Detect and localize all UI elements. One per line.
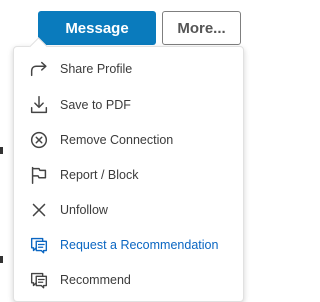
recommendation-request-icon bbox=[28, 234, 50, 256]
menu-item-recommend[interactable]: Recommend bbox=[14, 262, 243, 298]
menu-item-save-to-pdf[interactable]: Save to PDF bbox=[14, 87, 243, 123]
more-actions-menu: Share Profile Save to PDF Remove Connect… bbox=[13, 37, 244, 302]
page-edge-mark bbox=[0, 147, 3, 154]
download-icon bbox=[28, 94, 50, 116]
recommend-icon bbox=[28, 269, 50, 291]
menu-item-label: Recommend bbox=[60, 273, 131, 287]
menu-item-unfollow[interactable]: Unfollow bbox=[14, 192, 243, 228]
menu-item-label: Request a Recommendation bbox=[60, 238, 219, 252]
share-arrow-icon bbox=[28, 58, 50, 80]
menu-item-request-recommendation[interactable]: Request a Recommendation bbox=[14, 227, 243, 263]
menu-item-label: Remove Connection bbox=[60, 133, 174, 147]
menu-item-report-block[interactable]: Report / Block bbox=[14, 157, 243, 193]
circle-x-icon bbox=[28, 129, 50, 151]
menu-item-remove-connection[interactable]: Remove Connection bbox=[14, 122, 243, 158]
menu-item-share-profile[interactable]: Share Profile bbox=[14, 51, 243, 87]
more-button[interactable]: More... bbox=[162, 11, 241, 45]
menu-item-label: Save to PDF bbox=[60, 98, 131, 112]
flag-icon bbox=[28, 164, 50, 186]
page-edge-mark bbox=[0, 256, 3, 263]
menu-item-label: Unfollow bbox=[60, 203, 108, 217]
message-button[interactable]: Message bbox=[38, 11, 156, 45]
x-icon bbox=[28, 199, 50, 221]
menu-item-label: Report / Block bbox=[60, 168, 139, 182]
menu-item-label: Share Profile bbox=[60, 62, 133, 76]
